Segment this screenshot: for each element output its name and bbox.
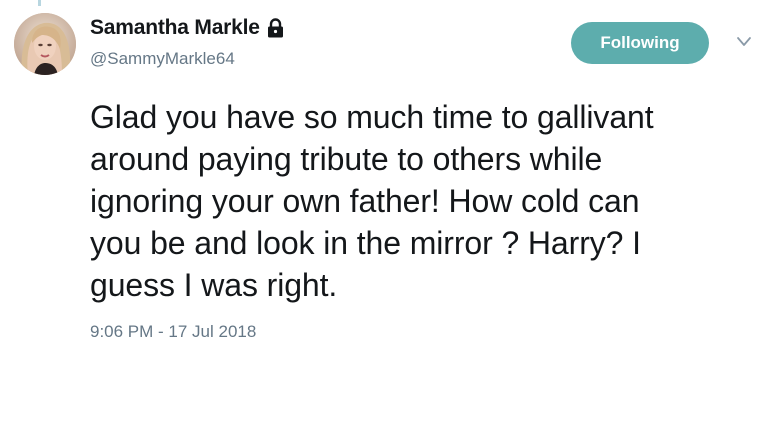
tweet-text-line: you be and look in the mirror ? Harry? I (90, 225, 641, 261)
tweet-text: Glad you have so much time to gallivant … (90, 96, 758, 306)
display-name[interactable]: Samantha Markle (90, 16, 260, 40)
thread-line (38, 0, 41, 6)
following-button[interactable]: Following (571, 22, 709, 64)
tweet-text-line: ignoring your own father! How cold can (90, 183, 640, 219)
user-handle[interactable]: @SammyMarkle64 (90, 49, 235, 69)
avatar[interactable] (14, 13, 76, 75)
tweet-text-line: Glad you have so much time to gallivant (90, 99, 654, 135)
tweet-card: Samantha Markle @SammyMarkle64 Following… (0, 0, 768, 432)
tweet-timestamp[interactable]: 9:06 PM - 17 Jul 2018 (90, 322, 256, 342)
tweet-text-line: around paying tribute to others while (90, 141, 603, 177)
chevron-down-icon[interactable] (736, 36, 752, 48)
tweet-text-line: guess I was right. (90, 267, 338, 303)
avatar-image (14, 13, 76, 75)
lock-icon (267, 18, 284, 38)
name-row: Samantha Markle (90, 15, 284, 41)
